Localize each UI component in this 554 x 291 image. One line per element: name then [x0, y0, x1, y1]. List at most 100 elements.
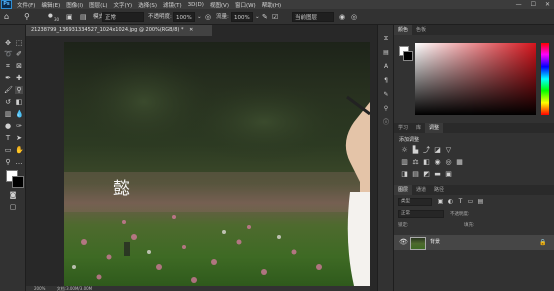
curves-icon[interactable]: ⤴ [422, 146, 431, 154]
opacity-dropdown-icon[interactable]: ⌄ [197, 12, 202, 22]
type-tool-icon[interactable]: T [4, 134, 12, 142]
tab-adjustments[interactable]: 调整 [425, 123, 444, 133]
layer-name[interactable]: 背景 [430, 237, 440, 248]
maximize-button[interactable]: ☐ [531, 1, 536, 8]
marquee-tool-icon[interactable]: ⬚ [15, 39, 23, 47]
menu-layer[interactable]: 图层(L) [89, 1, 107, 9]
channel-mixer-icon[interactable]: ◎ [444, 158, 453, 166]
airbrush-icon[interactable]: ✎ [262, 12, 268, 22]
filter-smart-object-icon[interactable]: ▤ [476, 198, 485, 206]
quick-select-tool-icon[interactable]: ✐ [15, 50, 23, 58]
brush-settings-icon[interactable]: ▣ [66, 12, 73, 22]
pen-tool-icon[interactable]: ✑ [15, 122, 23, 130]
panel-background-swatch[interactable] [403, 51, 413, 61]
menu-window[interactable]: 窗口(W) [235, 1, 256, 9]
dodge-tool-icon[interactable]: ● [4, 122, 12, 130]
sample-select[interactable]: 当前图层 [292, 12, 334, 22]
blur-tool-icon[interactable]: 💧 [15, 110, 24, 118]
close-tab-button[interactable]: ✕ [189, 27, 193, 33]
brightness-contrast-icon[interactable]: ☼ [400, 146, 409, 154]
brush-preview-icon[interactable]: ● [48, 11, 53, 21]
paragraph-panel-icon[interactable]: ¶ [382, 77, 390, 85]
edit-toolbar-icon[interactable]: … [15, 158, 23, 166]
flow-input[interactable]: 100% [231, 12, 253, 22]
opacity-input[interactable]: 100% [173, 12, 195, 22]
character-panel-icon[interactable]: A [382, 63, 390, 71]
screen-mode-icon[interactable]: ▢ [9, 203, 17, 211]
menu-select[interactable]: 选择(S) [138, 1, 157, 9]
path-select-tool-icon[interactable]: ➤ [15, 134, 23, 142]
tab-layers[interactable]: 图层 [394, 185, 413, 195]
history-panel-icon[interactable]: ⧖ [382, 35, 390, 43]
vibrance-icon[interactable]: ▽ [444, 146, 453, 154]
aligned-checkbox[interactable]: ☑ [272, 12, 278, 22]
menu-file[interactable]: 文件(F) [17, 1, 35, 9]
menu-3d[interactable]: 3D(D) [188, 2, 204, 8]
black-white-icon[interactable]: ◧ [422, 158, 431, 166]
mode-select[interactable]: 正常 [102, 12, 144, 22]
menu-type[interactable]: 文字(Y) [114, 1, 133, 9]
document-canvas-image[interactable] [64, 42, 370, 286]
gradient-map-icon[interactable]: ▬ [433, 170, 442, 178]
threshold-icon[interactable]: ◩ [422, 170, 431, 178]
color-lookup-icon[interactable]: ▦ [455, 158, 464, 166]
crop-tool-icon[interactable]: ⌗ [4, 62, 12, 70]
tab-learn[interactable]: 学习 [394, 123, 412, 133]
layer-visibility-eye-icon[interactable]: 👁 [399, 238, 408, 247]
document-tab[interactable]: 21238799_136931334527_1024x1024.jpg @ 20… [26, 25, 212, 36]
ignore-adjustment-icon[interactable]: ◉ [339, 12, 345, 22]
invert-icon[interactable]: ◨ [400, 170, 409, 178]
posterize-icon[interactable]: ▤ [411, 170, 420, 178]
menu-filter[interactable]: 滤镜(T) [163, 1, 182, 9]
tab-channels[interactable]: 通道 [412, 185, 430, 195]
levels-icon[interactable]: ▙ [411, 146, 420, 154]
tab-libraries[interactable]: 库 [412, 123, 425, 133]
photo-filter-icon[interactable]: ◉ [433, 158, 442, 166]
brush-panel-icon[interactable]: ✎ [382, 91, 390, 99]
zoom-level[interactable]: 200% [34, 286, 45, 291]
filter-type-icon[interactable]: T [456, 198, 465, 206]
filter-shape-icon[interactable]: ▭ [466, 198, 475, 206]
pressure-opacity-icon[interactable]: ◎ [205, 12, 211, 22]
move-tool-icon[interactable]: ✥ [4, 39, 12, 47]
menu-view[interactable]: 视图(V) [210, 1, 229, 9]
pressure-size-icon[interactable]: ◎ [351, 12, 357, 22]
tab-swatches[interactable]: 色板 [412, 25, 430, 35]
clone-stamp-tool-icon[interactable]: ⚲ [15, 86, 23, 94]
gradient-tool-icon[interactable]: ▥ [4, 110, 12, 118]
selective-color-icon[interactable]: ▣ [444, 170, 453, 178]
history-brush-tool-icon[interactable]: ↺ [4, 98, 12, 106]
zoom-tool-icon[interactable]: ⚲ [4, 158, 12, 166]
hue-slider[interactable] [541, 43, 549, 115]
clone-source-icon[interactable]: ▤ [80, 12, 87, 22]
background-color-swatch[interactable] [12, 176, 24, 188]
menu-help[interactable]: 帮助(H) [262, 1, 281, 9]
close-window-button[interactable]: ✕ [545, 1, 550, 8]
filter-adjustment-icon[interactable]: ◐ [446, 198, 455, 206]
quick-mask-icon[interactable]: ◙ [9, 191, 17, 199]
home-icon[interactable]: ⌂ [4, 12, 9, 22]
color-balance-icon[interactable]: ⚖ [411, 158, 420, 166]
lasso-tool-icon[interactable]: ➰ [4, 50, 13, 58]
exposure-icon[interactable]: ◪ [433, 146, 442, 154]
eyedropper-tool-icon[interactable]: ✒ [4, 74, 12, 82]
clone-source-panel-icon[interactable]: ⚲ [382, 105, 390, 113]
info-panel-icon[interactable]: ⓘ [382, 119, 390, 127]
flow-dropdown-icon[interactable]: ⌄ [255, 12, 260, 22]
menu-edit[interactable]: 编辑(E) [41, 1, 60, 9]
color-field[interactable] [415, 43, 536, 115]
tab-color[interactable]: 颜色 [394, 25, 413, 35]
eraser-tool-icon[interactable]: ◧ [15, 98, 23, 106]
healing-brush-tool-icon[interactable]: ✚ [15, 74, 23, 82]
stamp-tool-preset-icon[interactable]: ⚲ [24, 12, 30, 22]
menu-image[interactable]: 图像(I) [66, 1, 83, 9]
tab-paths[interactable]: 路径 [430, 185, 448, 195]
blend-mode-select[interactable]: 正常 [398, 210, 444, 218]
frame-tool-icon[interactable]: ⊠ [15, 62, 23, 70]
layer-row-background[interactable]: 👁 背景 🔒 [394, 235, 554, 250]
filter-pixel-icon[interactable]: ▣ [436, 198, 445, 206]
hand-tool-icon[interactable]: ✋ [15, 146, 24, 154]
shape-tool-icon[interactable]: ▭ [4, 146, 12, 154]
properties-panel-icon[interactable]: ▤ [382, 49, 390, 57]
hue-saturation-icon[interactable]: ▥ [400, 158, 409, 166]
